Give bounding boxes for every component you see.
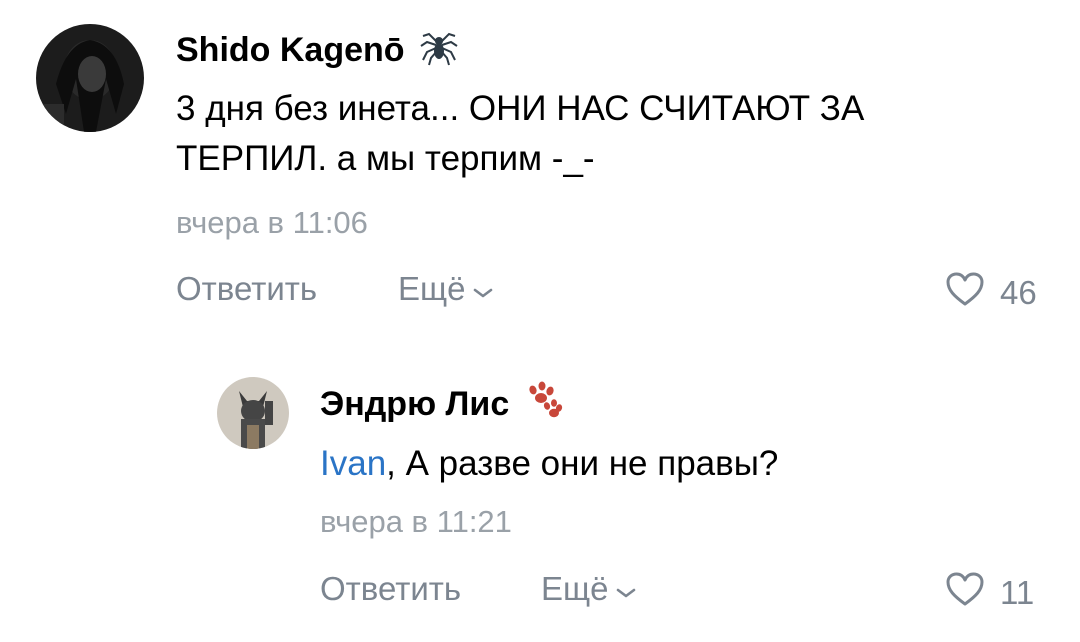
chevron-down-icon (472, 270, 494, 308)
chevron-down-icon (615, 570, 637, 608)
reply-button[interactable]: Ответить (176, 270, 317, 308)
comment-text: 3 дня без инета... ОНИ НАС СЧИТАЮТ ЗА ТЕ… (176, 89, 865, 178)
reply-button[interactable]: Ответить (320, 570, 461, 608)
avatar[interactable] (36, 24, 144, 132)
avatar-image (36, 24, 144, 132)
more-label: Ещё (398, 270, 466, 307)
heart-icon (944, 570, 986, 616)
paw-icon (523, 380, 563, 429)
comment-author[interactable]: Эндрю Лис (320, 380, 563, 429)
comment-time: вчера в 11:21 (320, 504, 512, 539)
spider-icon (419, 26, 459, 75)
mention-link[interactable]: Ivan (320, 444, 386, 483)
heart-icon (944, 270, 986, 316)
avatar[interactable] (217, 377, 289, 449)
like-count: 11 (1000, 574, 1035, 611)
comment-time: вчера в 11:06 (176, 205, 368, 240)
like-button[interactable]: 46 (944, 270, 1037, 316)
like-button[interactable]: 11 (944, 570, 1034, 616)
comment-text: Ivan, А разве они не правы? (320, 439, 1060, 489)
more-button[interactable]: Ещё (398, 270, 494, 308)
reply-comment: Эндрю Лис Ivan, А разве они не правы? вч… (0, 330, 1080, 642)
comment: Shido Kagenō 3 дня без инета... ОНИ НАС … (0, 0, 1080, 330)
more-button[interactable]: Ещё (541, 570, 637, 608)
comment-author[interactable]: Shido Kagenō (176, 26, 459, 75)
avatar-image (217, 377, 289, 449)
like-count: 46 (1000, 274, 1037, 311)
more-label: Ещё (541, 570, 609, 607)
author-name: Shido Kagenō (176, 31, 405, 69)
comment-body: , А разве они не правы? (386, 444, 779, 483)
author-name: Эндрю Лис (320, 385, 510, 423)
